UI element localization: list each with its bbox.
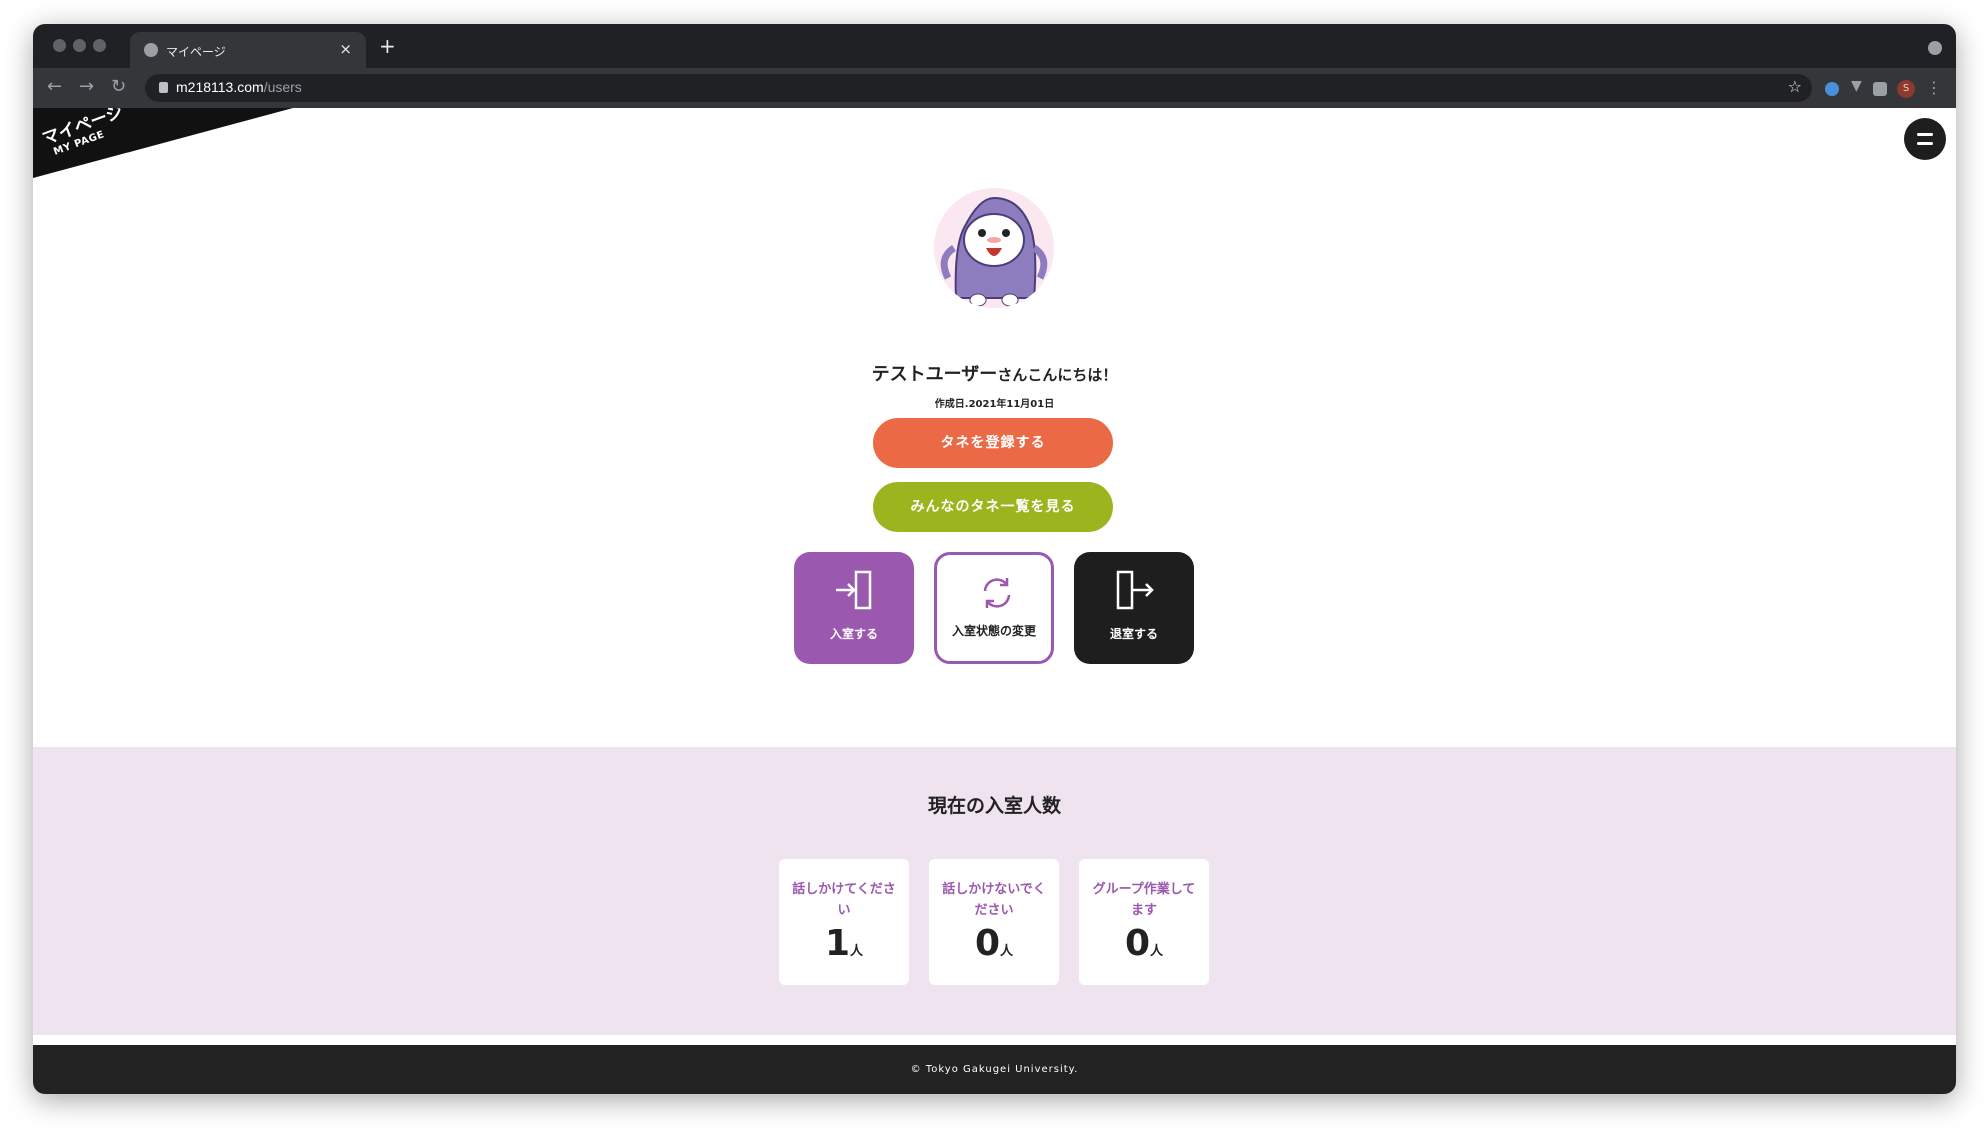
reload-icon[interactable]: ↻ <box>111 76 126 97</box>
hamburger-menu-button[interactable] <box>1904 118 1946 160</box>
kebab-menu-icon[interactable]: ⋮ <box>1926 78 1942 97</box>
profile-avatar-image <box>934 188 1054 308</box>
vuetify-extension-icon[interactable]: ▼ <box>1851 78 1865 94</box>
url-text: m218113.com/users <box>176 79 302 95</box>
greeting-text: テストユーザーさんこんにちは！ <box>33 360 1956 386</box>
extension-icon[interactable] <box>1825 82 1839 96</box>
stat-card-talk-ok: 話しかけてください 1人 <box>779 859 909 985</box>
stat-card-do-not-disturb: 話しかけないでください 0人 <box>929 859 1059 985</box>
stats-title: 現在の入室人数 <box>927 795 1061 817</box>
stat-unit: 人 <box>1000 944 1014 959</box>
browser-toolbar: ← → ↻ m218113.com/users ☆ ▼ S ⋮ <box>33 68 1956 108</box>
enter-room-button[interactable]: 入室する <box>794 552 914 664</box>
browser-tab[interactable]: マイページ × <box>130 32 366 68</box>
stat-count: 1 <box>824 923 851 964</box>
forward-icon[interactable]: → <box>79 76 94 97</box>
greeting-suffix: さんこんにちは！ <box>997 366 1118 384</box>
mascot-icon <box>934 188 1054 308</box>
user-name: テストユーザー <box>871 364 998 385</box>
refresh-cycle-icon <box>983 578 1011 608</box>
back-icon[interactable]: ← <box>47 76 62 97</box>
globe-icon <box>144 43 158 57</box>
tab-strip: マイページ × + <box>33 24 1956 68</box>
footer-copyright: © Tokyo Gakugei University. <box>33 1045 1956 1094</box>
room-stats-section: 現在の入室人数 話しかけてください 1人 話しかけないでください 0人 グループ… <box>33 747 1956 1035</box>
address-bar[interactable]: m218113.com/users ☆ <box>145 74 1812 102</box>
exit-room-button[interactable]: 退室する <box>1074 552 1194 664</box>
exit-door-icon <box>1116 570 1154 610</box>
tab-title: マイページ <box>166 45 226 59</box>
stat-card-label: 話しかけてください <box>792 882 896 918</box>
page-content: マイページ MY PAGE テストユーザーさんこんにちは！ 作成日.2021年1… <box>33 108 1956 1094</box>
stat-card-label: 話しかけないでください <box>942 882 1046 918</box>
tab-close-icon[interactable]: × <box>339 40 352 58</box>
browser-window: マイページ × + ← → ↻ m218113.com/users ☆ ▼ S … <box>33 24 1956 1094</box>
stat-card-group-work: グループ作業してます 0人 <box>1079 859 1209 985</box>
lock-icon <box>159 82 168 93</box>
view-seeds-button[interactable]: みんなのタネ一覧を見る <box>873 482 1113 532</box>
stat-unit: 人 <box>850 944 864 959</box>
exit-room-label: 退室する <box>1109 627 1158 641</box>
change-status-button[interactable]: 入室状態の変更 <box>934 552 1054 664</box>
stat-card-value: 0人 <box>929 923 1059 964</box>
stat-card-label: グループ作業してます <box>1092 882 1196 918</box>
enter-room-label: 入室する <box>829 627 878 641</box>
register-seed-button[interactable]: タネを登録する <box>873 418 1113 468</box>
minimize-window-dot[interactable] <box>73 39 86 52</box>
close-window-dot[interactable] <box>53 39 66 52</box>
tab-search-icon[interactable] <box>1928 41 1942 55</box>
stat-count: 0 <box>1124 923 1151 964</box>
stat-card-value: 0人 <box>1079 923 1209 964</box>
profile-avatar[interactable]: S <box>1897 80 1915 98</box>
stat-count: 0 <box>974 923 1001 964</box>
puzzle-extensions-icon[interactable] <box>1873 82 1887 96</box>
new-tab-button[interactable]: + <box>379 34 396 58</box>
stat-unit: 人 <box>1150 944 1164 959</box>
maximize-window-dot[interactable] <box>93 39 106 52</box>
stat-card-value: 1人 <box>779 923 909 964</box>
bookmark-star-icon[interactable]: ☆ <box>1788 77 1802 96</box>
created-date: 作成日.2021年11月01日 <box>934 399 1055 410</box>
change-status-label: 入室状態の変更 <box>951 624 1036 638</box>
enter-door-icon <box>836 570 872 610</box>
